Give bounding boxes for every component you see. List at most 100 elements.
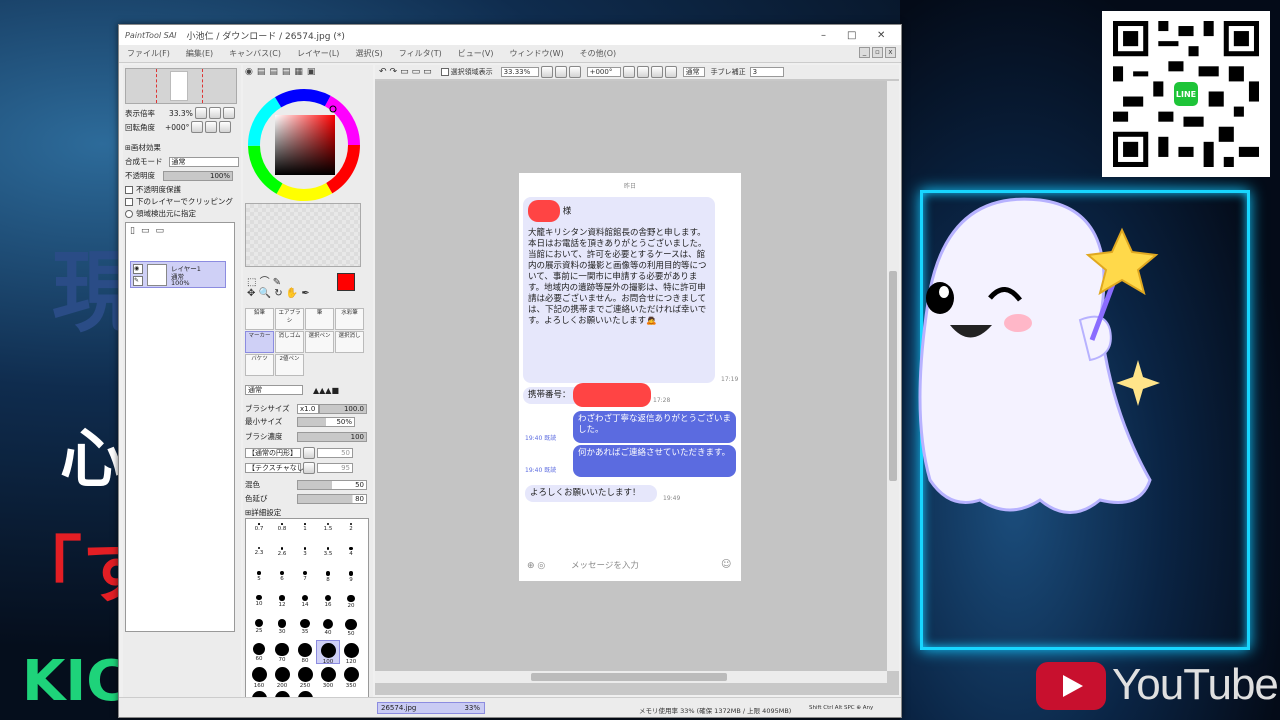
brush-edge-icons[interactable]: ▲▲▲■ bbox=[313, 386, 339, 395]
brush-size-80[interactable]: 80 bbox=[294, 641, 316, 664]
brush-size-9[interactable]: 9 bbox=[340, 569, 362, 591]
zoom-dropdown-button[interactable] bbox=[540, 66, 553, 78]
brush-mode-select[interactable]: 通常 bbox=[245, 385, 303, 395]
brush-size-40[interactable]: 40 bbox=[317, 617, 339, 639]
texture-strength[interactable]: 95 bbox=[317, 463, 353, 473]
layer-item[interactable]: ◉ ✎ レイヤー1 通常 100% bbox=[130, 261, 226, 288]
flip-button[interactable] bbox=[664, 66, 677, 78]
show-selection-checkbox[interactable] bbox=[440, 68, 449, 76]
stabilizer-select[interactable]: 3 bbox=[749, 67, 784, 77]
brush-size-7[interactable]: 7 bbox=[294, 569, 316, 591]
color-mode-icons[interactable]: ◉▤▤▤▦▣ bbox=[245, 67, 319, 77]
protect-opacity-checkbox[interactable] bbox=[125, 185, 133, 194]
maximize-button[interactable]: □ bbox=[847, 30, 856, 41]
tool-2[interactable]: 筆 bbox=[305, 308, 334, 330]
menu-edit[interactable]: 編集(E) bbox=[178, 48, 221, 59]
clipping-checkbox[interactable] bbox=[125, 197, 133, 206]
brush-size-250[interactable]: 250 bbox=[294, 665, 316, 689]
horizontal-scrollbar[interactable] bbox=[375, 671, 887, 683]
rotate-cw-button[interactable] bbox=[650, 66, 663, 78]
density-slider[interactable]: 100 bbox=[297, 431, 367, 442]
zoom-reset-button[interactable] bbox=[222, 107, 235, 119]
tool-6[interactable]: 選択ペン bbox=[305, 331, 334, 353]
brush-size-3.5[interactable]: 3.5 bbox=[317, 545, 339, 567]
navigator-thumbnail[interactable] bbox=[125, 68, 237, 104]
mdi-minimize-button[interactable]: _ bbox=[859, 47, 870, 58]
canvas-angle-field[interactable]: +000° bbox=[586, 67, 621, 77]
brush-size-70[interactable]: 70 bbox=[271, 641, 293, 663]
zoom-plus-button[interactable] bbox=[568, 66, 581, 78]
tool-5[interactable]: 消しゴム bbox=[275, 331, 304, 353]
brush-size-350[interactable]: 350 bbox=[340, 665, 362, 689]
brush-size-50[interactable]: 50 bbox=[340, 617, 362, 639]
brush-size-0.8[interactable]: 0.8 bbox=[271, 521, 293, 543]
brush-shape-select[interactable]: 【通常の円形】 bbox=[245, 448, 301, 458]
brush-size-14[interactable]: 14 bbox=[294, 593, 316, 615]
menu-canvas[interactable]: キャンバス(C) bbox=[221, 48, 289, 59]
tool-7[interactable]: 選択消し bbox=[335, 331, 364, 353]
menu-window[interactable]: ウィンドウ(W) bbox=[501, 48, 571, 59]
menu-file[interactable]: ファイル(F) bbox=[119, 48, 178, 59]
tool-9[interactable]: 2値ペン bbox=[275, 354, 304, 376]
brush-size-300[interactable]: 300 bbox=[317, 665, 339, 689]
color-scratchpad[interactable] bbox=[245, 203, 361, 267]
tool-8[interactable]: バケツ bbox=[245, 354, 274, 376]
vertical-scrollbar[interactable] bbox=[887, 81, 899, 671]
file-tab[interactable]: 26574.jpg 33% bbox=[377, 702, 485, 714]
zoom-minus-button[interactable] bbox=[554, 66, 567, 78]
brush-size-35[interactable]: 35 bbox=[294, 617, 316, 639]
brush-lock-icon[interactable]: ✎ bbox=[133, 276, 143, 286]
angle-dropdown-button[interactable] bbox=[622, 66, 635, 78]
texture-dropdown-button[interactable] bbox=[303, 462, 315, 474]
tool-4[interactable]: マーカー bbox=[245, 331, 274, 353]
opacity-slider[interactable]: 100% bbox=[163, 170, 233, 181]
brush-size-20[interactable]: 20 bbox=[340, 593, 362, 615]
undo-redo-icons[interactable]: ↶↷▭▭▭ bbox=[379, 67, 435, 77]
brush-size-2.6[interactable]: 2.6 bbox=[271, 545, 293, 567]
zoom-out-button[interactable] bbox=[194, 107, 207, 119]
zoom-in-button[interactable] bbox=[208, 107, 221, 119]
mix-slider[interactable]: 50 bbox=[297, 479, 367, 490]
canvas-view[interactable]: 昨日 様 大籠キリシタン資料館館長の舎野と申します。本日はお電話を頂きありがとう… bbox=[375, 81, 887, 671]
brush-size-16[interactable]: 16 bbox=[317, 593, 339, 615]
detect-source-radio[interactable] bbox=[125, 209, 133, 218]
rotate-ccw-button[interactable] bbox=[636, 66, 649, 78]
menu-other[interactable]: その他(O) bbox=[572, 48, 625, 59]
brush-size-12[interactable]: 12 bbox=[271, 593, 293, 615]
color-wheel[interactable] bbox=[245, 87, 363, 203]
canvas-zoom-field[interactable]: 33.33% bbox=[500, 67, 539, 77]
selection-tools-icons[interactable]: ⬚ ⌒ ✎ ✥ 🔍 ↻ ✋ ✒ bbox=[247, 273, 310, 299]
brush-size-1[interactable]: 1 bbox=[294, 521, 316, 543]
rotate-reset-button[interactable] bbox=[219, 121, 232, 133]
minimize-button[interactable]: – bbox=[821, 30, 826, 41]
menu-view[interactable]: ビュー(V) bbox=[450, 48, 502, 59]
brush-size-5[interactable]: 5 bbox=[248, 569, 270, 591]
menu-select[interactable]: 選択(S) bbox=[347, 48, 390, 59]
brush-size-100[interactable]: 100 bbox=[316, 640, 340, 665]
tool-0[interactable]: 鉛筆 bbox=[245, 308, 274, 330]
rotate-right-button[interactable] bbox=[205, 121, 218, 133]
layer-toolbar-icons[interactable]: ▯▭▭ bbox=[130, 226, 170, 236]
brush-size-8[interactable]: 8 bbox=[317, 569, 339, 591]
shape-strength[interactable]: 50 bbox=[317, 448, 353, 458]
brush-size-2.3[interactable]: 2.3 bbox=[248, 545, 270, 567]
blend-select[interactable]: 通常 bbox=[168, 156, 239, 167]
brush-size-30[interactable]: 30 bbox=[271, 617, 293, 639]
brush-size-2[interactable]: 2 bbox=[340, 521, 362, 543]
brush-size-200[interactable]: 200 bbox=[271, 665, 293, 689]
min-size-slider[interactable]: 50% bbox=[297, 416, 355, 427]
brush-size-4[interactable]: 4 bbox=[340, 545, 362, 567]
texture-select[interactable]: 【テクスチャなし】 bbox=[245, 463, 311, 473]
brush-size-120[interactable]: 120 bbox=[340, 641, 362, 665]
shape-dropdown-button[interactable] bbox=[303, 447, 315, 459]
brush-size-6[interactable]: 6 bbox=[271, 569, 293, 591]
rotate-left-button[interactable] bbox=[191, 121, 204, 133]
brush-size-1.5[interactable]: 1.5 bbox=[317, 521, 339, 543]
brush-size-160[interactable]: 160 bbox=[248, 665, 270, 689]
brush-size-mult[interactable]: x1.0 bbox=[297, 403, 319, 414]
brush-size-0.7[interactable]: 0.7 bbox=[248, 521, 270, 543]
brush-size-slider[interactable]: 100.0 bbox=[319, 403, 367, 414]
eye-icon[interactable]: ◉ bbox=[133, 264, 143, 274]
menu-layer[interactable]: レイヤー(L) bbox=[289, 48, 347, 59]
brush-size-10[interactable]: 10 bbox=[248, 593, 270, 615]
